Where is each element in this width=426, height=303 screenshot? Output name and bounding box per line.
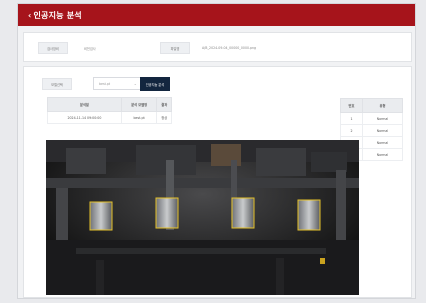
history-table: 분석일 분석 모델명 결과 2024-11-14 09:00:00 best.p… — [47, 97, 172, 124]
table-row[interactable]: 2024-11-14 09:00:00 best.pt 정상 — [47, 111, 172, 124]
model-select[interactable]: best.pt ⌄ — [93, 77, 141, 90]
model-select-value: best.pt — [99, 81, 111, 86]
back-icon[interactable]: ‹ — [28, 11, 32, 20]
app-window: ‹ 인공지능 분석 검사장비 비전검사 파일명 A/B_2024-09-04_0… — [17, 3, 416, 299]
result-cell: 1 — [340, 112, 363, 125]
history-cell: 정상 — [156, 111, 172, 124]
history-col-model: 분석 모델명 — [120, 97, 158, 112]
result-cell: Normal — [361, 112, 404, 125]
result-cell: Normal — [361, 124, 404, 137]
result-cell: Normal — [361, 148, 404, 161]
chevron-down-icon: ⌄ — [133, 81, 137, 86]
analyze-button[interactable]: 인공지능 분석 — [140, 77, 170, 91]
model-label: 모델선택 — [42, 78, 72, 90]
result-col-no: 번호 — [340, 98, 363, 113]
title-bar: ‹ 인공지능 분석 — [18, 4, 415, 26]
table-row[interactable]: 1 Normal — [340, 112, 404, 125]
field2-label: 파일명 — [160, 42, 190, 54]
info-card: 검사장비 비전검사 파일명 A/B_2024-09-04_00000_0000.… — [23, 32, 412, 62]
page-title: 인공지능 분석 — [33, 10, 82, 20]
history-col-date: 분석일 — [47, 97, 122, 112]
history-col-result: 결과 — [156, 97, 172, 112]
result-col-type: 유형 — [361, 98, 404, 113]
result-cell: 2 — [340, 124, 363, 137]
field2-value: A/B_2024-09-04_00000_0000.png — [202, 46, 257, 50]
machine-photo — [46, 140, 359, 295]
history-cell: 2024-11-14 09:00:00 — [47, 111, 122, 124]
inspection-image — [46, 140, 359, 295]
field1-label: 검사장비 — [38, 42, 68, 54]
table-row[interactable]: 2 Normal — [340, 124, 404, 137]
result-cell: Normal — [361, 136, 404, 149]
field1-value: 비전검사 — [84, 47, 96, 51]
history-cell: best.pt — [120, 111, 158, 124]
analysis-card: 모델선택 best.pt ⌄ 인공지능 분석 분석일 분석 모델명 결과 202… — [23, 66, 412, 298]
